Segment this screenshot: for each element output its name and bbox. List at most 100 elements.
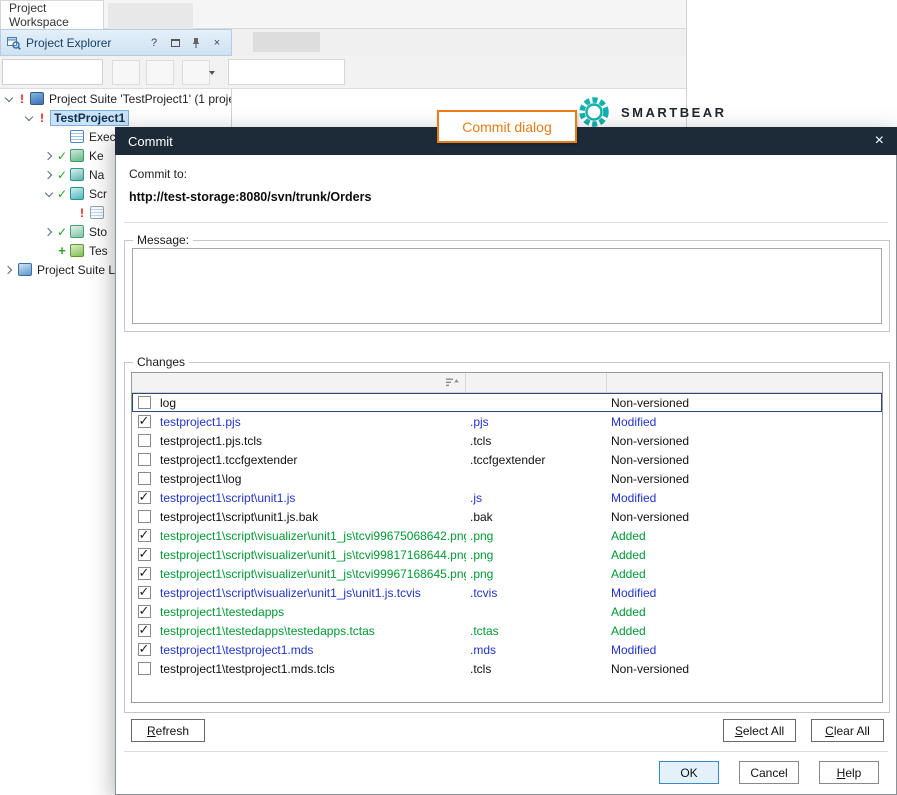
tree-item-icon	[90, 206, 104, 219]
chevron-icon[interactable]	[64, 207, 76, 219]
float-icon[interactable]	[167, 35, 183, 51]
blurred-toolbar-area	[253, 32, 320, 52]
message-group-label: Message:	[133, 233, 193, 247]
status-badge-icon: ✓	[56, 226, 68, 238]
workspace-tab-bar: Project Workspace	[0, 0, 687, 29]
row-filename: testproject1.pjs	[156, 415, 466, 429]
chevron-icon[interactable]	[44, 245, 56, 257]
row-status: Modified	[607, 643, 882, 657]
cancel-button[interactable]: Cancel	[739, 761, 799, 784]
row-status: Added	[607, 624, 882, 638]
row-filename: log	[156, 396, 466, 410]
toolbar-button[interactable]	[112, 60, 140, 85]
column-header-status[interactable]	[607, 373, 882, 392]
row-extension: .tcls	[466, 434, 607, 448]
change-row[interactable]: testproject1.pjs .pjs Modified	[132, 412, 882, 431]
change-row[interactable]: testproject1.pjs.tcls .tcls Non-versione…	[132, 431, 882, 450]
row-checkbox[interactable]	[138, 624, 151, 637]
tab-project-workspace[interactable]: Project Workspace	[0, 0, 104, 29]
status-badge-icon: +	[56, 245, 68, 257]
row-filename: testproject1\script\visualizer\unit1_js\…	[156, 586, 466, 600]
row-checkbox[interactable]	[138, 396, 151, 409]
chevron-icon[interactable]	[44, 150, 56, 162]
tree-item-label: Sto	[89, 225, 107, 239]
row-checkbox[interactable]	[138, 472, 151, 485]
row-checkbox[interactable]	[138, 491, 151, 504]
tree-item[interactable]: ! Project Suite 'TestProject1' (1 projec	[0, 89, 231, 108]
row-status: Non-versioned	[607, 453, 882, 467]
chevron-icon[interactable]	[4, 264, 16, 276]
row-extension: .tctas	[466, 624, 607, 638]
row-checkbox[interactable]	[138, 548, 151, 561]
refresh-button[interactable]: Refresh	[131, 719, 205, 742]
toolbar-search-box[interactable]	[228, 59, 345, 85]
change-row[interactable]: testproject1\testedapps\testedapps.tctas…	[132, 621, 882, 640]
status-badge-icon: ✓	[56, 188, 68, 200]
change-row[interactable]: testproject1\testproject1.mds .mds Modif…	[132, 640, 882, 659]
pin-icon[interactable]	[188, 35, 204, 51]
change-row[interactable]: log Non-versioned	[132, 393, 882, 412]
row-checkbox[interactable]	[138, 567, 151, 580]
row-checkbox[interactable]	[138, 605, 151, 618]
row-filename: testproject1.tccfgextender	[156, 453, 466, 467]
close-icon[interactable]: ×	[209, 35, 225, 51]
column-header-extension[interactable]	[466, 373, 607, 392]
chevron-icon[interactable]	[4, 93, 16, 105]
status-badge-icon: !	[36, 112, 48, 124]
change-row[interactable]: testproject1\log Non-versioned	[132, 469, 882, 488]
row-checkbox[interactable]	[138, 529, 151, 542]
screen: Project Workspace Project Explorer ? ×	[0, 0, 897, 795]
row-filename: testproject1\script\visualizer\unit1_js\…	[156, 548, 466, 562]
help-button[interactable]: Help	[819, 761, 879, 784]
dialog-title: Commit	[128, 134, 173, 149]
changes-table: log Non-versioned testproject1.pjs .pjs …	[131, 372, 883, 703]
row-status: Added	[607, 548, 882, 562]
chevron-icon[interactable]	[44, 169, 56, 181]
change-row[interactable]: testproject1\script\visualizer\unit1_js\…	[132, 564, 882, 583]
change-row[interactable]: testproject1\script\unit1.js.bak .bak No…	[132, 507, 882, 526]
change-row[interactable]: testproject1\script\unit1.js .js Modifie…	[132, 488, 882, 507]
toolbar-button[interactable]	[146, 60, 174, 85]
row-checkbox[interactable]	[138, 434, 151, 447]
row-checkbox[interactable]	[138, 586, 151, 599]
change-row[interactable]: testproject1\script\visualizer\unit1_js\…	[132, 545, 882, 564]
row-extension: .png	[466, 567, 607, 581]
message-groupbox: Message:	[124, 240, 890, 332]
toolbar-combo[interactable]	[2, 59, 103, 85]
divider	[124, 222, 888, 223]
row-checkbox[interactable]	[138, 510, 151, 523]
chevron-icon[interactable]	[44, 131, 56, 143]
clear-all-button[interactable]: Clear All	[811, 719, 884, 742]
help-icon[interactable]: ?	[146, 35, 162, 51]
row-extension: .bak	[466, 510, 607, 524]
toolbar-button[interactable]	[182, 60, 210, 85]
row-checkbox[interactable]	[138, 415, 151, 428]
tree-item-icon	[70, 225, 84, 238]
chevron-icon[interactable]	[44, 226, 56, 238]
row-filename: testproject1\script\unit1.js	[156, 491, 466, 505]
row-status: Non-versioned	[607, 434, 882, 448]
row-status: Added	[607, 529, 882, 543]
row-checkbox[interactable]	[138, 453, 151, 466]
row-checkbox[interactable]	[138, 662, 151, 675]
row-status: Non-versioned	[607, 396, 882, 410]
message-input[interactable]	[132, 248, 882, 324]
inactive-tab[interactable]	[108, 3, 193, 29]
row-checkbox[interactable]	[138, 643, 151, 656]
change-row[interactable]: testproject1\testedapps Added	[132, 602, 882, 621]
change-row[interactable]: testproject1.tccfgextender .tccfgextende…	[132, 450, 882, 469]
select-all-button[interactable]: Select All	[723, 719, 796, 742]
chevron-icon[interactable]	[24, 112, 36, 124]
change-row[interactable]: testproject1\script\visualizer\unit1_js\…	[132, 583, 882, 602]
ok-button[interactable]: OK	[659, 761, 719, 784]
chevron-down-icon[interactable]	[209, 71, 215, 75]
tree-item[interactable]: ! TestProject1	[0, 108, 231, 127]
column-header-name[interactable]	[132, 373, 466, 392]
change-row[interactable]: testproject1\script\visualizer\unit1_js\…	[132, 526, 882, 545]
dialog-close-icon[interactable]: ×	[862, 133, 884, 149]
change-row[interactable]: testproject1\testproject1.mds.tcls .tcls…	[132, 659, 882, 678]
row-extension: .mds	[466, 643, 607, 657]
chevron-icon[interactable]	[44, 188, 56, 200]
tree-item-icon	[70, 244, 84, 257]
panel-title: Project Explorer	[26, 36, 141, 50]
